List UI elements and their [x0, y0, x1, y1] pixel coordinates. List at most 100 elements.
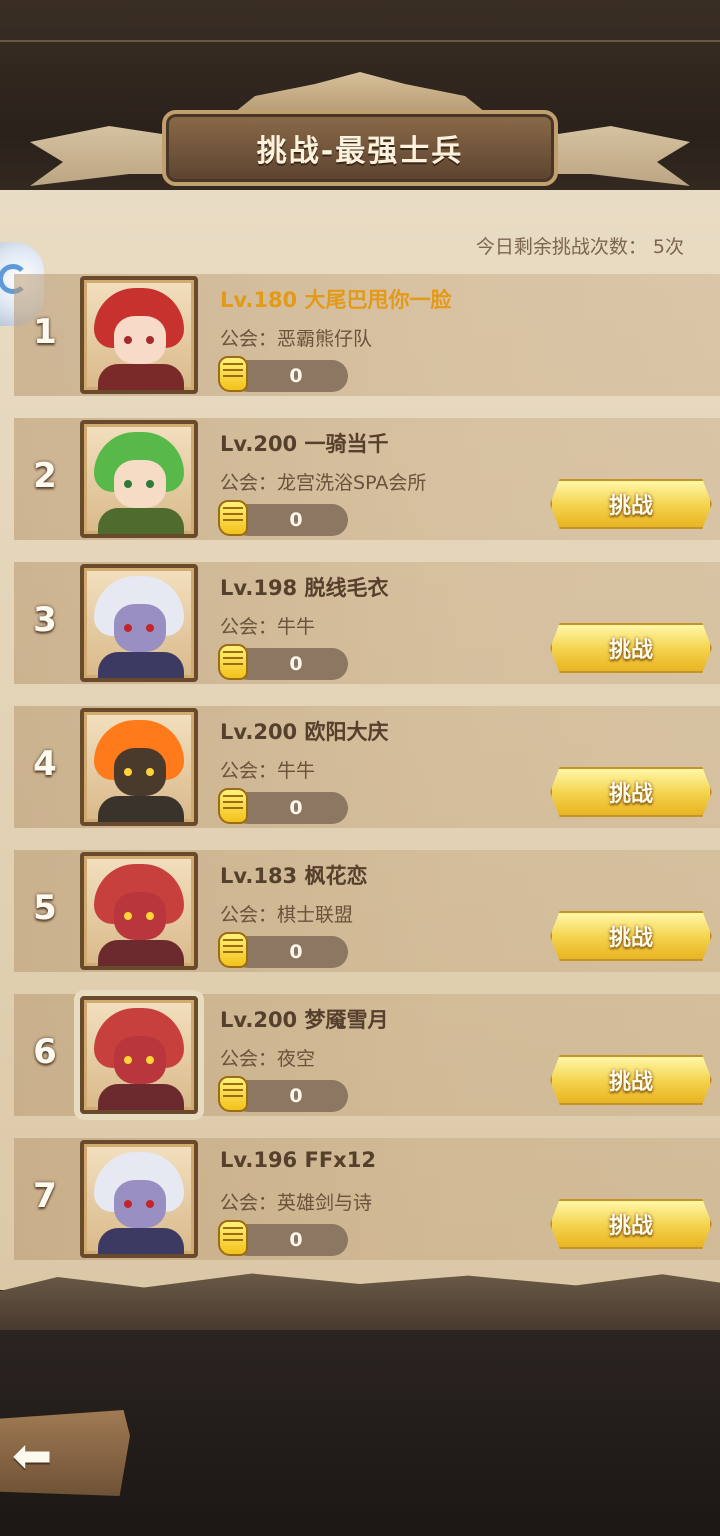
- power-value: 0: [289, 797, 303, 819]
- ranking-row: 4 Lv.200 欧阳大庆 公会：牛牛 0 挑战: [14, 706, 720, 828]
- power-bar: 0: [232, 1224, 348, 1256]
- portrait-eye-left: [124, 480, 132, 488]
- challenge-button[interactable]: 挑战: [550, 1055, 712, 1105]
- guild-name: 夜空: [277, 1048, 316, 1070]
- challenge-label: 挑战: [608, 1070, 653, 1095]
- back-button[interactable]: ⬅: [0, 1410, 130, 1496]
- power-bar: 0: [232, 648, 348, 680]
- remaining-value: 5次: [652, 236, 684, 258]
- player-portrait[interactable]: [80, 708, 198, 826]
- portrait-eye-left: [124, 336, 132, 344]
- challenge-button[interactable]: 挑战: [550, 623, 712, 673]
- player-guild: 公会：龙宫洗浴SPA会所: [220, 468, 426, 495]
- fist-icon: [218, 356, 248, 392]
- guild-prefix: 公会：: [220, 616, 278, 638]
- player-portrait[interactable]: [80, 564, 198, 682]
- portrait-body: [98, 364, 184, 390]
- challenge-button[interactable]: 挑战: [550, 911, 712, 961]
- power-value: 0: [289, 1085, 303, 1107]
- portrait-face: [114, 748, 166, 796]
- guild-name: 恶霸熊仔队: [277, 328, 373, 350]
- fist-icon: [218, 500, 248, 536]
- portrait-eye-left: [124, 1200, 132, 1208]
- portrait-eye-right: [146, 480, 154, 488]
- player-portrait[interactable]: [80, 276, 198, 394]
- fist-icon: [218, 1220, 248, 1256]
- guild-name: 龙宫洗浴SPA会所: [277, 472, 427, 494]
- page-title: 挑战-最强士兵: [256, 134, 464, 169]
- portrait-body: [98, 1228, 184, 1254]
- ranking-row: 6 Lv.200 梦魇雪月 公会：夜空 0 挑战: [14, 994, 720, 1116]
- power-value: 0: [289, 509, 303, 531]
- player-portrait[interactable]: [80, 1140, 198, 1258]
- ranking-row: 7 Lv.196 FFx12 公会：英雄剑与诗 0 挑战: [14, 1138, 720, 1260]
- portrait-body: [98, 508, 184, 534]
- portrait-face: [114, 892, 166, 940]
- challenge-button[interactable]: 挑战: [550, 767, 712, 817]
- portrait-face: [114, 460, 166, 508]
- remaining-label: 今日剩余挑战次数：: [475, 236, 647, 258]
- guild-name: 牛牛: [277, 616, 316, 638]
- challenge-label: 挑战: [608, 638, 653, 663]
- portrait-eye-left: [124, 624, 132, 632]
- guild-name: 牛牛: [277, 760, 316, 782]
- power-bar: 0: [232, 1080, 348, 1112]
- challenge-button[interactable]: 挑战: [550, 479, 712, 529]
- rank-number: 5: [33, 888, 57, 928]
- portrait-eye-right: [146, 1200, 154, 1208]
- player-guild: 公会：棋士联盟: [220, 900, 353, 927]
- portrait-eye-right: [146, 912, 154, 920]
- player-name: Lv.200 一骑当千: [220, 432, 389, 456]
- ranking-row: 1 Lv.180 大尾巴甩你一脸 公会：恶霸熊仔队 0: [14, 274, 720, 396]
- player-name: Lv.180 大尾巴甩你一脸: [220, 288, 452, 312]
- guild-prefix: 公会：: [220, 760, 278, 782]
- guild-prefix: 公会：: [220, 904, 278, 926]
- portrait-eye-right: [146, 1056, 154, 1064]
- challenge-label: 挑战: [608, 494, 653, 519]
- fist-icon: [218, 644, 248, 680]
- power-bar: 0: [232, 504, 348, 536]
- player-guild: 公会：牛牛: [220, 612, 315, 639]
- guild-prefix: 公会：: [220, 1048, 278, 1070]
- rank-number: 4: [33, 744, 57, 784]
- portrait-face: [114, 316, 166, 364]
- player-name: Lv.183 枫花恋: [220, 864, 368, 888]
- rank-number: 6: [33, 1032, 57, 1072]
- rank-number: 3: [33, 600, 57, 640]
- rank-number: 2: [33, 456, 57, 496]
- fist-icon: [218, 1076, 248, 1112]
- portrait-body: [98, 940, 184, 966]
- challenge-label: 挑战: [608, 926, 653, 951]
- rank-number: 1: [33, 312, 57, 352]
- challenge-label: 挑战: [608, 1214, 653, 1239]
- challenge-button[interactable]: 挑战: [550, 1199, 712, 1249]
- portrait-eye-right: [146, 336, 154, 344]
- power-value: 0: [289, 941, 303, 963]
- player-name: Lv.200 欧阳大庆: [220, 720, 389, 744]
- ranking-row: 5 Lv.183 枫花恋 公会：棋士联盟 0 挑战: [14, 850, 720, 972]
- power-value: 0: [289, 365, 303, 387]
- portrait-body: [98, 652, 184, 678]
- portrait-face: [114, 1180, 166, 1228]
- power-bar: 0: [232, 792, 348, 824]
- guild-prefix: 公会：: [220, 1192, 278, 1214]
- player-portrait[interactable]: [80, 420, 198, 538]
- power-value: 0: [289, 653, 303, 675]
- portrait-body: [98, 796, 184, 822]
- player-portrait[interactable]: [80, 996, 198, 1114]
- rank-number: 7: [33, 1176, 57, 1216]
- fist-icon: [218, 788, 248, 824]
- top-ornament: [0, 40, 720, 42]
- power-bar: 0: [232, 936, 348, 968]
- player-guild: 公会：牛牛: [220, 756, 315, 783]
- player-portrait[interactable]: [80, 852, 198, 970]
- power-bar: 0: [232, 360, 348, 392]
- guild-prefix: 公会：: [220, 472, 278, 494]
- portrait-eye-right: [146, 768, 154, 776]
- player-guild: 公会：恶霸熊仔队: [220, 324, 372, 351]
- ranking-row: 3 Lv.198 脱线毛衣 公会：牛牛 0 挑战: [14, 562, 720, 684]
- portrait-eye-left: [124, 1056, 132, 1064]
- portrait-eye-right: [146, 624, 154, 632]
- portrait-eye-left: [124, 912, 132, 920]
- player-name: Lv.200 梦魇雪月: [220, 1008, 389, 1032]
